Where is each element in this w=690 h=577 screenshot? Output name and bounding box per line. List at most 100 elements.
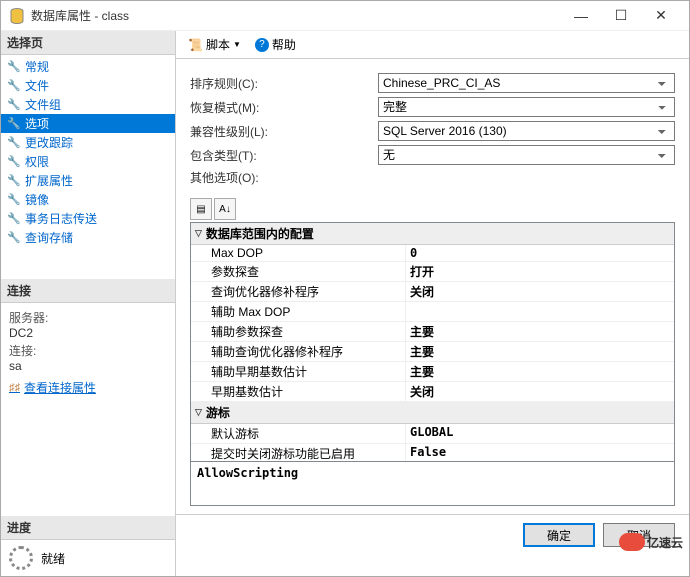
categorized-button[interactable]: ▤ xyxy=(190,198,212,220)
property-row[interactable]: 辅助参数探查主要 xyxy=(191,322,674,342)
sidebar-item-logshipping[interactable]: 🔧事务日志传送 xyxy=(1,209,175,228)
property-key: 辅助查询优化器修补程序 xyxy=(191,342,406,361)
maximize-button[interactable]: ☐ xyxy=(601,2,641,30)
connection-info: 服务器: DC2 连接: sa ♯♯查看连接属性 xyxy=(1,303,175,400)
alphabetical-button[interactable]: A↓ xyxy=(214,198,236,220)
property-row[interactable]: 参数探查打开 xyxy=(191,262,674,282)
property-key: 辅助早期基数估计 xyxy=(191,362,406,381)
sidebar-item-files[interactable]: 🔧文件 xyxy=(1,76,175,95)
grid-toolbar: ▤ A↓ xyxy=(176,196,689,222)
main-panel: 📜脚本▼ ?帮助 排序规则(C): Chinese_PRC_CI_AS 恢复模式… xyxy=(176,31,689,576)
other-options-label: 其他选项(O): xyxy=(190,169,370,186)
wrench-icon: 🔧 xyxy=(7,193,21,207)
recovery-label: 恢复模式(M): xyxy=(190,99,370,116)
property-value[interactable] xyxy=(406,302,674,321)
view-connection-props-link[interactable]: ♯♯查看连接属性 xyxy=(9,379,167,396)
sidebar-item-changetracking[interactable]: 🔧更改跟踪 xyxy=(1,133,175,152)
property-value[interactable]: 主要 xyxy=(406,362,674,381)
wrench-icon: 🔧 xyxy=(7,98,21,112)
sidebar-item-mirror[interactable]: 🔧镜像 xyxy=(1,190,175,209)
conn-value: sa xyxy=(9,359,167,373)
wrench-icon: 🔧 xyxy=(7,212,21,226)
property-key: 辅助参数探查 xyxy=(191,322,406,341)
server-label: 服务器: xyxy=(9,309,167,326)
spinner-icon xyxy=(9,546,33,570)
sidebar-item-options[interactable]: 🔧选项 xyxy=(1,114,175,133)
property-row[interactable]: 辅助 Max DOP xyxy=(191,302,674,322)
collapse-icon: ▽ xyxy=(195,228,202,239)
property-key: 查询优化器修补程序 xyxy=(191,282,406,301)
compat-label: 兼容性级别(L): xyxy=(190,123,370,140)
select-page-header: 选择页 xyxy=(1,31,175,55)
category-cursor[interactable]: ▽游标 xyxy=(191,402,674,424)
property-row[interactable]: Max DOP0 xyxy=(191,245,674,262)
recovery-row: 恢复模式(M): 完整 xyxy=(190,97,675,117)
close-button[interactable]: ✕ xyxy=(641,2,681,30)
wrench-icon: 🔧 xyxy=(7,155,21,169)
property-value[interactable]: 关闭 xyxy=(406,282,674,301)
collation-label: 排序规则(C): xyxy=(190,75,370,92)
ok-button[interactable]: 确定 xyxy=(523,523,595,547)
property-key: 早期基数估计 xyxy=(191,382,406,401)
database-icon xyxy=(9,8,25,24)
property-value[interactable]: False xyxy=(406,444,674,462)
link-icon: ♯♯ xyxy=(9,382,20,394)
titlebar: 数据库属性 - class — ☐ ✕ xyxy=(1,1,689,31)
property-row[interactable]: 默认游标GLOBAL xyxy=(191,424,674,444)
wrench-icon: 🔧 xyxy=(7,117,21,131)
sidebar-item-permissions[interactable]: 🔧权限 xyxy=(1,152,175,171)
toolbar: 📜脚本▼ ?帮助 xyxy=(176,31,689,59)
window: 数据库属性 - class — ☐ ✕ 选择页 🔧常规 🔧文件 🔧文件组 🔧选项… xyxy=(0,0,690,577)
help-button[interactable]: ?帮助 xyxy=(251,34,300,55)
wrench-icon: 🔧 xyxy=(7,79,21,93)
button-bar: 确定 取消 亿速云 xyxy=(176,514,689,555)
collation-select[interactable]: Chinese_PRC_CI_AS xyxy=(378,73,675,93)
property-value[interactable]: GLOBAL xyxy=(406,424,674,443)
progress-status: 就绪 xyxy=(41,550,65,567)
property-grid[interactable]: ▽数据库范围内的配置 Max DOP0参数探查打开查询优化器修补程序关闭辅助 M… xyxy=(190,222,675,462)
conn-label: 连接: xyxy=(9,342,167,359)
property-row[interactable]: 提交时关闭游标功能已启用False xyxy=(191,444,674,462)
script-button[interactable]: 📜脚本▼ xyxy=(184,34,245,55)
property-key: 参数探查 xyxy=(191,262,406,281)
sidebar-item-querystore[interactable]: 🔧查询存储 xyxy=(1,228,175,247)
wrench-icon: 🔧 xyxy=(7,136,21,150)
progress-header: 进度 xyxy=(1,516,175,540)
collapse-icon: ▽ xyxy=(195,407,202,418)
containment-label: 包含类型(T): xyxy=(190,147,370,164)
sidebar-item-extprops[interactable]: 🔧扩展属性 xyxy=(1,171,175,190)
property-value[interactable]: 主要 xyxy=(406,322,674,341)
other-options-row: 其他选项(O): xyxy=(190,169,675,186)
content: 选择页 🔧常规 🔧文件 🔧文件组 🔧选项 🔧更改跟踪 🔧权限 🔧扩展属性 🔧镜像… xyxy=(1,31,689,576)
compat-select[interactable]: SQL Server 2016 (130) xyxy=(378,121,675,141)
help-icon: ? xyxy=(255,38,269,52)
cancel-button[interactable]: 取消 xyxy=(603,523,675,547)
sidebar-item-filegroups[interactable]: 🔧文件组 xyxy=(1,95,175,114)
collation-row: 排序规则(C): Chinese_PRC_CI_AS xyxy=(190,73,675,93)
property-row[interactable]: 早期基数估计关闭 xyxy=(191,382,674,402)
property-key: 辅助 Max DOP xyxy=(191,302,406,321)
server-value: DC2 xyxy=(9,326,167,340)
property-value[interactable]: 0 xyxy=(406,245,674,261)
progress-block: 就绪 xyxy=(1,540,175,576)
wrench-icon: 🔧 xyxy=(7,174,21,188)
property-row[interactable]: 辅助早期基数估计主要 xyxy=(191,362,674,382)
options-form: 排序规则(C): Chinese_PRC_CI_AS 恢复模式(M): 完整 兼… xyxy=(176,59,689,196)
property-value[interactable]: 打开 xyxy=(406,262,674,281)
sidebar-item-general[interactable]: 🔧常规 xyxy=(1,57,175,76)
property-value[interactable]: 关闭 xyxy=(406,382,674,401)
containment-select[interactable]: 无 xyxy=(378,145,675,165)
page-list: 🔧常规 🔧文件 🔧文件组 🔧选项 🔧更改跟踪 🔧权限 🔧扩展属性 🔧镜像 🔧事务… xyxy=(1,55,175,249)
minimize-button[interactable]: — xyxy=(561,2,601,30)
wrench-icon: 🔧 xyxy=(7,60,21,74)
category-db-scoped[interactable]: ▽数据库范围内的配置 xyxy=(191,223,674,245)
window-controls: — ☐ ✕ xyxy=(561,2,681,30)
property-key: 提交时关闭游标功能已启用 xyxy=(191,444,406,462)
connection-header: 连接 xyxy=(1,279,175,303)
recovery-select[interactable]: 完整 xyxy=(378,97,675,117)
property-value[interactable]: 主要 xyxy=(406,342,674,361)
property-row[interactable]: 辅助查询优化器修补程序主要 xyxy=(191,342,674,362)
property-row[interactable]: 查询优化器修补程序关闭 xyxy=(191,282,674,302)
chevron-down-icon: ▼ xyxy=(233,40,241,49)
script-icon: 📜 xyxy=(188,38,203,52)
